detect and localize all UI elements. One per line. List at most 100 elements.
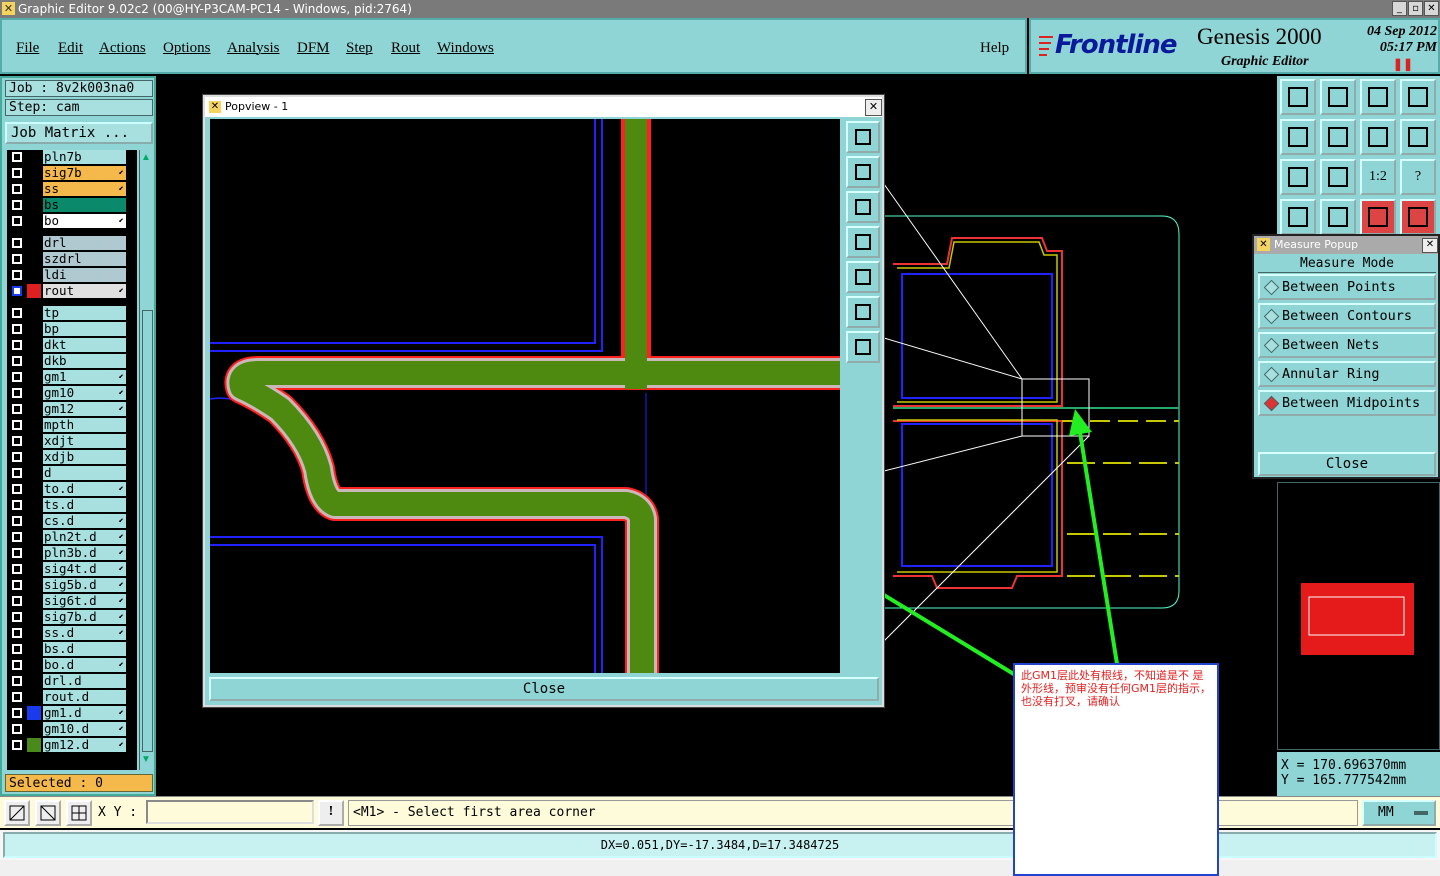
menu-dfm[interactable]: DFM <box>297 40 330 57</box>
layer-name[interactable]: to.d ⬋ <box>43 482 126 496</box>
pan-left-button[interactable] <box>1280 119 1316 155</box>
layer-name[interactable]: sig5b.d ⬋ <box>43 578 126 592</box>
menu-options[interactable]: Options <box>163 40 211 57</box>
layer-row-dkb[interactable]: dkb <box>7 354 129 368</box>
menu-step[interactable]: Step <box>346 40 373 57</box>
layer-checkbox[interactable] <box>12 200 22 210</box>
layer-row-bs-d[interactable]: bs.d <box>7 642 129 656</box>
layer-scrollbar[interactable]: ▲ ▼ <box>139 150 154 770</box>
layer-name[interactable]: pln3b.d ⬋ <box>43 546 126 560</box>
layer-color-swatch[interactable] <box>27 642 41 656</box>
layer-checkbox[interactable] <box>12 286 22 296</box>
layer-row-gm1-d[interactable]: gm1.d ⬋ <box>7 706 129 720</box>
layer-color-swatch[interactable] <box>27 386 41 400</box>
layer-color-swatch[interactable] <box>27 530 41 544</box>
grid-snap-button[interactable] <box>66 800 92 826</box>
layer-checkbox[interactable] <box>12 308 22 318</box>
layer-row-gm12-d[interactable]: gm12.d ⬋ <box>7 738 129 752</box>
minimap[interactable] <box>1277 482 1440 750</box>
layer-color-swatch[interactable] <box>27 354 41 368</box>
pan-right-button[interactable] <box>1320 119 1356 155</box>
layer-name[interactable]: xdjb <box>43 450 126 464</box>
layer-color-swatch[interactable] <box>27 402 41 416</box>
layer-checkbox[interactable] <box>12 238 22 248</box>
layer-color-swatch[interactable] <box>27 236 41 250</box>
layer-row-gm10[interactable]: gm10 ⬋ <box>7 386 129 400</box>
house-view-button[interactable] <box>1360 79 1396 115</box>
popview-pan-right-button[interactable] <box>846 261 880 293</box>
layer-color-swatch[interactable] <box>27 498 41 512</box>
layer-checkbox[interactable] <box>12 420 22 430</box>
layer-checkbox[interactable] <box>12 468 22 478</box>
layer-name[interactable]: ldi <box>43 268 126 282</box>
layer-name[interactable]: pln7b <box>43 150 126 164</box>
layer-checkbox[interactable] <box>12 628 22 638</box>
layer-checkbox[interactable] <box>12 692 22 702</box>
layer-checkbox[interactable] <box>12 596 22 606</box>
popview-center-button[interactable] <box>846 331 880 363</box>
layer-checkbox[interactable] <box>12 676 22 686</box>
popview-pan-down-button[interactable] <box>846 191 880 223</box>
layer-color-swatch[interactable] <box>27 722 41 736</box>
layer-color-swatch[interactable] <box>27 182 41 196</box>
xy-input[interactable] <box>146 800 314 824</box>
layer-color-swatch[interactable] <box>27 674 41 688</box>
layer-color-swatch[interactable] <box>27 434 41 448</box>
layer-name[interactable]: sig4t.d ⬋ <box>43 562 126 576</box>
layer-name[interactable]: cs.d ⬋ <box>43 514 126 528</box>
layer-row-sig6t-d[interactable]: sig6t.d ⬋ <box>7 594 129 608</box>
popview-toggle-button[interactable] <box>846 121 880 153</box>
layer-color-swatch[interactable] <box>27 338 41 352</box>
layer-name[interactable]: sig7b.d ⬋ <box>43 610 126 624</box>
layer-color-swatch[interactable] <box>27 626 41 640</box>
layer-checkbox[interactable] <box>12 500 22 510</box>
layer-name[interactable]: bs.d <box>43 642 126 656</box>
layer-row-xdjt[interactable]: xdjt <box>7 434 129 448</box>
menu-rout[interactable]: Rout <box>391 40 420 57</box>
layer-checkbox[interactable] <box>12 532 22 542</box>
layer-name[interactable]: bo ⬋ <box>43 214 126 228</box>
layer-color-swatch[interactable] <box>27 450 41 464</box>
layer-name[interactable]: szdrl <box>43 252 126 266</box>
pan-down-button[interactable] <box>1320 79 1356 115</box>
layers-toggle-button[interactable] <box>1280 199 1316 235</box>
zoom-center-button[interactable] <box>1320 159 1356 195</box>
layer-color-swatch[interactable] <box>27 268 41 282</box>
scroll-thumb[interactable] <box>142 310 153 752</box>
layer-name[interactable]: ss.d ⬋ <box>43 626 126 640</box>
layer-checkbox[interactable] <box>12 516 22 526</box>
layer-checkbox[interactable] <box>12 740 22 750</box>
layer-row-ldi[interactable]: ldi <box>7 268 129 282</box>
layer-row-dkt[interactable]: dkt <box>7 338 129 352</box>
layer-color-swatch[interactable] <box>27 738 41 752</box>
measure-tool-button[interactable] <box>35 800 61 826</box>
layer-row-ts-d[interactable]: ts.d <box>7 498 129 512</box>
layer-row-sig5b-d[interactable]: sig5b.d ⬋ <box>7 578 129 592</box>
layer-name[interactable]: sig7b ⬋ <box>43 166 126 180</box>
layer-name[interactable]: gm1.d ⬋ <box>43 706 126 720</box>
layer-checkbox[interactable] <box>12 612 22 622</box>
layer-name[interactable]: gm12.d ⬋ <box>43 738 126 752</box>
layer-row-pln7b[interactable]: pln7b <box>7 150 129 164</box>
layer-row-bp[interactable]: bp <box>7 322 129 336</box>
layer-row-pln3b-d[interactable]: pln3b.d ⬋ <box>7 546 129 560</box>
layer-row-to-d[interactable]: to.d ⬋ <box>7 482 129 496</box>
layer-checkbox[interactable] <box>12 580 22 590</box>
popview-close-button[interactable]: Close <box>209 677 879 701</box>
layer-row-d[interactable]: d <box>7 466 129 480</box>
layer-row-rout-d[interactable]: rout.d <box>7 690 129 704</box>
layer-name[interactable]: dkt <box>43 338 126 352</box>
layer-row-ss[interactable]: ss ⬋ <box>7 182 129 196</box>
menu-file[interactable]: File <box>16 40 39 57</box>
layer-row-sig7b[interactable]: sig7b ⬋ <box>7 166 129 180</box>
layer-checkbox[interactable] <box>12 152 22 162</box>
layer-row-tp[interactable]: tp <box>7 306 129 320</box>
layer-checkbox[interactable] <box>12 168 22 178</box>
mode-between-nets[interactable]: Between Nets <box>1258 332 1436 358</box>
layer-color-swatch[interactable] <box>27 150 41 164</box>
layer-name[interactable]: bp <box>43 322 126 336</box>
snake-button[interactable] <box>1400 119 1436 155</box>
layer-row-drl-d[interactable]: drl.d <box>7 674 129 688</box>
grid-button[interactable] <box>1320 199 1356 235</box>
snap-button[interactable] <box>4 800 30 826</box>
